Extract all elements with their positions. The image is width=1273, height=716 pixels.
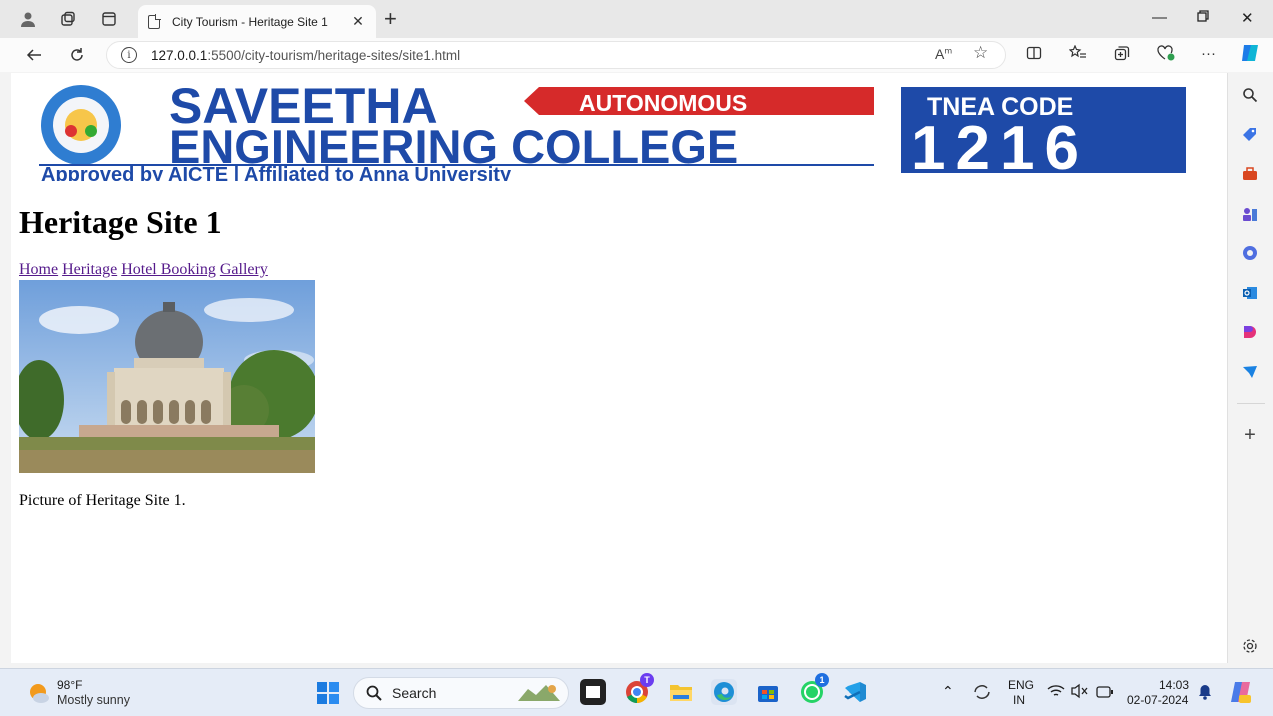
read-aloud-icon[interactable]: Aⅿ (935, 46, 952, 62)
banner-tnea-code: 1216 (911, 114, 1089, 181)
url-path: :5500/city-tourism/heritage-sites/site1.… (207, 47, 461, 63)
weather-icon[interactable] (27, 681, 51, 710)
tab-actions-icon[interactable] (98, 8, 120, 30)
sync-icon[interactable] (972, 683, 992, 706)
search-placeholder: Search (392, 685, 437, 701)
link-hotel-booking[interactable]: Hotel Booking (121, 261, 216, 278)
split-screen-icon[interactable] (1026, 45, 1042, 65)
start-icon[interactable] (316, 681, 340, 710)
weather-desc[interactable]: Mostly sunny (57, 693, 130, 707)
college-banner: SAVEETHA AUTONOMOUS ENGINEERING COLLEGE … (19, 78, 1206, 186)
browser-window: City Tourism - Heritage Site 1 ✕ + — ✕ i… (0, 0, 1273, 668)
clock-time[interactable]: 14:03 (1159, 678, 1189, 692)
refresh-icon[interactable] (66, 44, 88, 66)
chrome-icon[interactable]: T (624, 673, 654, 705)
restore-icon[interactable] (1197, 9, 1209, 26)
favorites-icon[interactable] (1068, 44, 1087, 65)
sidebar-settings-icon[interactable] (1241, 637, 1259, 655)
search-icon (366, 685, 382, 701)
sidebar-designer-icon[interactable] (1241, 323, 1259, 341)
file-explorer-icon[interactable] (668, 679, 694, 705)
clock-date[interactable]: 02-07-2024 (1127, 693, 1188, 707)
new-tab-button[interactable]: + (384, 8, 397, 30)
nav-links: Home Heritage Hotel Booking Gallery (19, 261, 272, 279)
search-highlight-icon (518, 685, 560, 701)
language-code[interactable]: ENG (1008, 678, 1034, 692)
store-icon[interactable] (755, 679, 781, 705)
language-region[interactable]: IN (1013, 693, 1025, 707)
favorite-star-icon[interactable]: ☆ (973, 43, 988, 63)
close-tab-icon[interactable]: ✕ (350, 13, 366, 30)
sidebar-tools-icon[interactable] (1241, 165, 1259, 183)
battery-icon[interactable] (1096, 685, 1114, 703)
taskbar-search[interactable]: Search (353, 677, 569, 709)
vscode-icon[interactable] (842, 679, 868, 705)
whatsapp-icon[interactable]: 1 (799, 673, 829, 705)
web-page: SAVEETHA AUTONOMOUS ENGINEERING COLLEGE … (11, 73, 1228, 663)
tab-strip: City Tourism - Heritage Site 1 ✕ + — ✕ (0, 0, 1273, 38)
profile-icon[interactable] (17, 8, 39, 30)
sidebar-send-icon[interactable] (1241, 363, 1259, 381)
weather-temp[interactable]: 98°F (57, 678, 82, 692)
image-caption: Picture of Heritage Site 1. (19, 492, 186, 509)
sidebar-search-icon[interactable] (1241, 86, 1259, 104)
link-gallery[interactable]: Gallery (220, 261, 268, 278)
volume-muted-icon[interactable] (1070, 683, 1088, 704)
tab-title: City Tourism - Heritage Site 1 (172, 14, 328, 29)
college-banner-graphic: SAVEETHA AUTONOMOUS ENGINEERING COLLEGE … (19, 78, 1206, 186)
heritage-site-image (14, 280, 319, 473)
close-window-icon[interactable]: ✕ (1241, 9, 1254, 27)
site-info-icon[interactable]: i (121, 47, 137, 63)
url-host: 127.0.0.1 (151, 47, 208, 63)
copilot-taskbar-icon[interactable] (1229, 680, 1253, 709)
task-view-icon[interactable] (580, 679, 606, 705)
workspaces-icon[interactable] (57, 8, 79, 30)
edge-icon[interactable] (711, 679, 737, 705)
college-emblem-icon (41, 85, 121, 165)
link-heritage[interactable]: Heritage (62, 261, 117, 278)
edge-sidebar: + (1229, 73, 1273, 668)
back-icon[interactable] (23, 44, 45, 66)
tab-active[interactable]: City Tourism - Heritage Site 1 ✕ (138, 5, 376, 38)
windows-taskbar: 98°F Mostly sunny Search T 1 ⌃ ENG IN 14… (0, 668, 1273, 716)
page-heading: Heritage Site 1 (19, 204, 222, 240)
minimize-icon[interactable]: — (1152, 9, 1167, 26)
copilot-icon[interactable] (1239, 43, 1261, 67)
sidebar-add-icon[interactable]: + (1241, 424, 1259, 446)
wifi-icon[interactable] (1047, 684, 1065, 703)
address-bar[interactable]: i 127.0.0.1:5500/city-tourism/heritage-s… (106, 41, 1006, 69)
page-icon (148, 13, 161, 29)
sidebar-outlook-icon[interactable] (1241, 284, 1259, 302)
sidebar-shopping-icon[interactable] (1241, 126, 1259, 144)
banner-autonomous: AUTONOMOUS (579, 90, 747, 116)
sidebar-games-icon[interactable] (1241, 205, 1259, 223)
more-options-icon[interactable]: ··· (1201, 45, 1216, 62)
whatsapp-badge: 1 (815, 673, 829, 687)
browser-essentials-icon[interactable] (1157, 45, 1175, 65)
banner-tagline: Approved by AICTE | Affiliated to Anna U… (41, 164, 512, 181)
notification-bell-icon[interactable] (1198, 684, 1212, 705)
sidebar-m365-icon[interactable] (1241, 244, 1259, 262)
link-home[interactable]: Home (19, 261, 58, 278)
collections-icon[interactable] (1114, 45, 1130, 65)
show-hidden-icons[interactable]: ⌃ (942, 683, 954, 700)
chrome-profile-badge: T (640, 673, 654, 687)
